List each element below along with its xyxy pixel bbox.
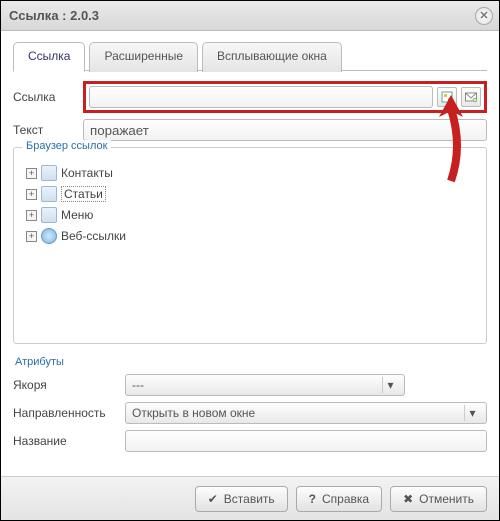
expand-icon[interactable]: + [26,168,37,179]
tree-item-menu[interactable]: + Меню [26,205,476,225]
close-button[interactable]: ✕ [475,7,493,25]
chevron-down-icon: ▾ [464,405,480,421]
mail-button[interactable] [461,87,481,107]
cancel-button[interactable]: ✖ Отменить [390,486,487,512]
link-browser-legend: Браузер ссылок [22,140,111,152]
doc-icon [41,165,57,181]
expand-icon[interactable]: + [26,189,37,200]
tree-item-articles[interactable]: + Статьи [26,184,476,204]
tab-bar: Ссылка Расширенные Всплывающие окна [13,41,487,71]
target-select[interactable]: Открыть в новом окне ▾ [125,402,487,424]
attributes-title: Атрибуты [15,356,487,368]
check-icon: ✔ [208,492,218,506]
insert-label: Вставить [224,492,275,506]
x-icon: ✖ [403,492,413,506]
link-label: Ссылка [13,90,83,104]
tab-popups[interactable]: Всплывающие окна [202,42,342,72]
tab-advanced[interactable]: Расширенные [89,42,198,72]
text-input[interactable] [83,119,487,141]
doc-icon [41,186,57,202]
anchors-select[interactable]: --- ▾ [125,374,405,396]
mail-icon [465,91,477,103]
link-input[interactable] [89,86,433,108]
name-input[interactable] [125,430,487,452]
chevron-down-icon: ▾ [382,377,398,393]
anchors-label: Якоря [13,378,125,392]
tree-label: Меню [61,208,93,222]
tree-label: Веб-ссылки [61,229,126,243]
question-icon: ? [309,492,316,506]
tab-link[interactable]: Ссылка [13,42,85,72]
help-button[interactable]: ? Справка [296,486,382,512]
dialog-title: Ссылка : 2.0.3 [9,8,99,23]
help-label: Справка [322,492,369,506]
dialog-window: Ссылка : 2.0.3 ✕ Ссылка Расширенные Вспл… [0,0,500,521]
expand-icon[interactable]: + [26,210,37,221]
target-value: Открыть в новом окне [132,406,255,420]
anchors-value: --- [132,378,144,392]
name-label: Название [13,434,125,448]
insert-button[interactable]: ✔ Вставить [195,486,288,512]
tree-label: Контакты [61,166,113,180]
link-row-highlight [83,81,487,113]
text-label: Текст [13,123,83,137]
cancel-label: Отменить [419,492,474,506]
title-bar: Ссылка : 2.0.3 ✕ [1,1,499,31]
tree-label: Статьи [61,186,106,202]
link-browser-tree: + Контакты + Статьи + Меню [14,148,486,343]
browse-icon [441,91,453,103]
link-browser-fieldset: Браузер ссылок + Контакты + Статьи + [13,147,487,344]
tree-item-contacts[interactable]: + Контакты [26,163,476,183]
globe-icon [41,228,57,244]
doc-icon [41,207,57,223]
expand-icon[interactable]: + [26,231,37,242]
target-label: Направленность [13,406,125,420]
browse-button[interactable] [437,87,457,107]
dialog-footer: ✔ Вставить ? Справка ✖ Отменить [1,476,499,520]
tree-item-weblinks[interactable]: + Веб-ссылки [26,226,476,246]
